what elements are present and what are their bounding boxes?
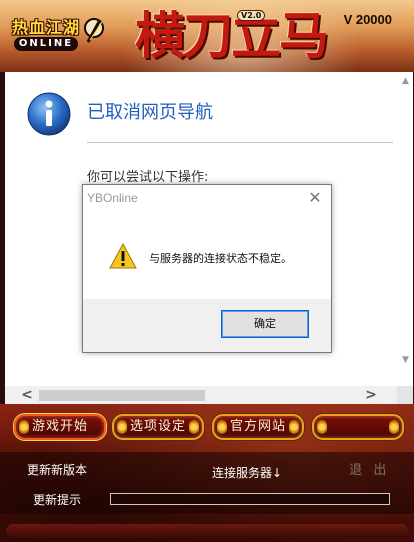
chevron-down-icon[interactable]: ▼ [398, 352, 413, 368]
horizontal-scrollbar[interactable]: < > [5, 386, 397, 404]
scrollbar-thumb[interactable] [39, 390, 205, 401]
update-version-label: 更新新版本 [27, 463, 88, 477]
game-logo: 热血江湖 ONLINE [8, 10, 104, 51]
update-hint-label: 更新提示 [33, 493, 82, 507]
game-title-art: 横刀立马 [135, 6, 329, 65]
chevron-left-icon[interactable]: < [19, 386, 35, 404]
scrollbar-corner [397, 386, 413, 404]
suggestion-heading: 你可以尝试以下操作: [87, 170, 209, 185]
button-knob [19, 420, 29, 434]
button-knob [117, 420, 127, 434]
dialog-title: YBOnline [87, 191, 138, 205]
ok-button[interactable]: 确定 [221, 310, 309, 338]
official-website-label: 官方网站 [229, 419, 286, 434]
button-knob [289, 420, 299, 434]
chevron-up-icon[interactable]: ▲ [398, 72, 413, 88]
logo-online-text: ONLINE [14, 37, 78, 51]
message-dialog: YBOnline ✕ 与服务器的连接状态不稳定。 确定 [82, 184, 332, 353]
logo-emblem-icon [84, 18, 104, 43]
update-progress-bar [110, 493, 390, 505]
button-knob [389, 420, 399, 434]
client-version: V 20000 [343, 12, 392, 27]
start-game-button[interactable]: 游戏开始 [14, 414, 106, 440]
logo-chinese-text: 热血江湖 [12, 18, 81, 37]
launcher-panel: 游戏开始 选项设定 官方网站 退 出 更新新版本 连接服务器↓ 更新提示 [0, 404, 414, 542]
title-version-tag: V2.0 [237, 10, 266, 21]
server-status-text: 连接服务器↓ [212, 466, 283, 480]
dialog-titlebar[interactable]: YBOnline ✕ [83, 185, 331, 213]
options-label: 选项设定 [129, 419, 186, 434]
warning-icon [109, 243, 137, 269]
button-knob [217, 420, 227, 434]
options-button[interactable]: 选项设定 [112, 414, 204, 440]
navigation-canceled-title: 已取消网页导航 [87, 102, 213, 123]
game-banner: 热血江湖 ONLINE 横刀立马 V2.0 V 20000 [0, 0, 414, 72]
start-game-label: 游戏开始 [31, 419, 88, 434]
official-website-button[interactable]: 官方网站 [212, 414, 304, 440]
button-knob [317, 420, 327, 434]
exit-button[interactable]: 退 出 [312, 414, 404, 478]
dialog-message: 与服务器的连接状态不稳定。 [149, 252, 292, 265]
info-icon [27, 92, 71, 136]
close-icon[interactable]: ✕ [307, 189, 323, 207]
divider [87, 142, 393, 143]
button-knob [189, 420, 199, 434]
panel-bottom-trim [6, 524, 408, 538]
chevron-right-icon[interactable]: > [363, 386, 379, 404]
